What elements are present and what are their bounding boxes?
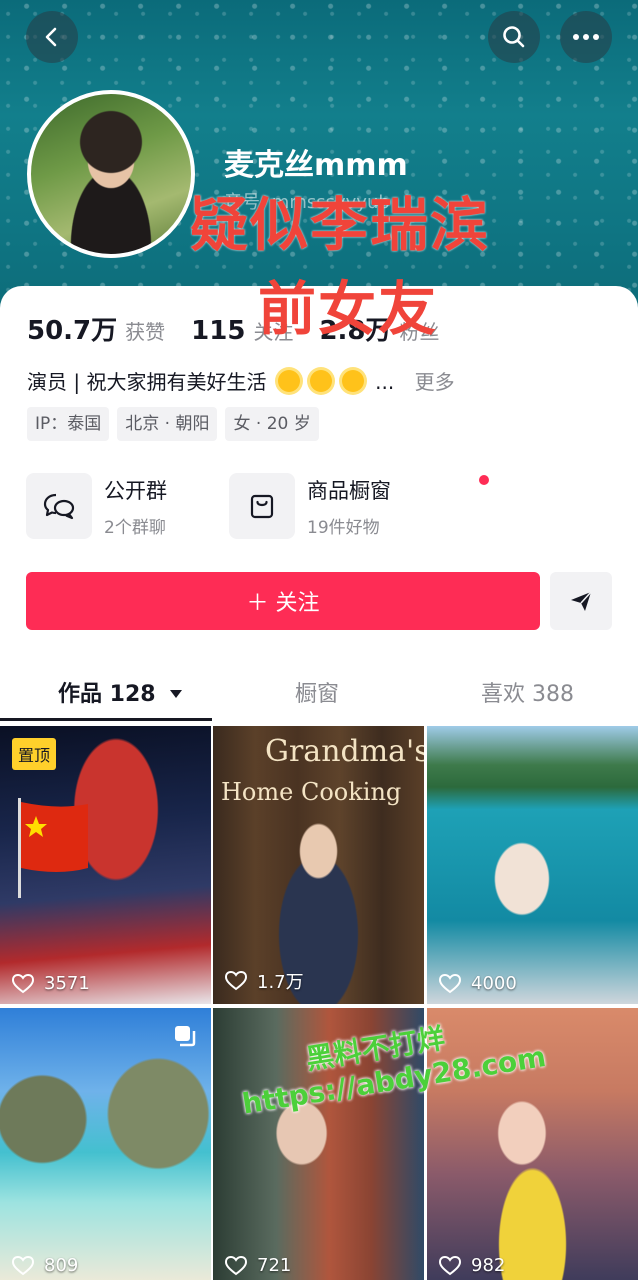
video-thumbnail[interactable]: 809 bbox=[0, 1008, 211, 1280]
sign-text-home-cooking: Home Cooking bbox=[221, 778, 402, 806]
content-tabs: 作品 128 橱窗 喜欢 388 bbox=[0, 662, 638, 722]
profile-tags: IP：泰国 北京 · 朝阳 女 · 20 岁 bbox=[27, 407, 327, 441]
overlay-caption-line2: 前女友 bbox=[258, 275, 439, 343]
caret-down-icon bbox=[170, 690, 183, 698]
tag-gender-age: 女 · 20 岁 bbox=[225, 407, 319, 441]
paper-plane-icon bbox=[571, 591, 592, 611]
tab-works[interactable]: 作品 128 bbox=[58, 676, 183, 708]
follow-button[interactable]: ＋ 关注 bbox=[26, 572, 540, 630]
heart-icon bbox=[12, 973, 34, 993]
video-likes-count: 982 bbox=[471, 1255, 506, 1276]
video-likes-count: 809 bbox=[44, 1255, 79, 1276]
bio-ellipsis: ... bbox=[375, 370, 395, 394]
video-likes-count: 3571 bbox=[44, 973, 90, 994]
heart-icon bbox=[225, 1255, 247, 1275]
likes-label: 获赞 bbox=[125, 320, 166, 344]
following-count[interactable]: 115 bbox=[191, 316, 245, 346]
public-group-entry[interactable]: 公开群 2个群聊 bbox=[26, 473, 167, 539]
likes-count: 50.7万 bbox=[27, 316, 118, 346]
tab-liked[interactable]: 喜欢 388 bbox=[481, 676, 574, 708]
sign-text-grandmas: Grandma's bbox=[265, 734, 424, 769]
notification-dot bbox=[479, 474, 489, 485]
heart-icon bbox=[225, 971, 247, 991]
search-button[interactable] bbox=[488, 11, 540, 63]
overlay-caption-line1: 疑似李瑞滨 bbox=[190, 191, 491, 259]
more-button[interactable] bbox=[560, 11, 612, 63]
heart-icon bbox=[439, 973, 461, 993]
video-likes: 809 bbox=[12, 1255, 78, 1276]
sun-emoji-icon bbox=[309, 370, 332, 392]
avatar[interactable] bbox=[27, 90, 195, 258]
video-likes: 1.7万 bbox=[225, 968, 304, 994]
shop-window-count: 19件好物 bbox=[307, 517, 380, 538]
profile-info-card: 50.7万 获赞 115 关注 2.8万 粉丝 演员 | 祝大家拥有美好生活 .… bbox=[0, 286, 638, 726]
tag-ip-location: IP：泰国 bbox=[27, 407, 110, 441]
heart-icon bbox=[439, 1255, 461, 1275]
sun-emoji-icon bbox=[341, 370, 364, 392]
video-thumbnail[interactable]: 置顶 3571 bbox=[0, 726, 211, 1004]
active-tab-indicator bbox=[0, 718, 212, 721]
tab-works-label: 作品 128 bbox=[58, 682, 156, 707]
chat-bubbles-icon bbox=[26, 473, 92, 539]
video-grid: 置顶 3571 Grandma's Home Cooking 1.7万 4000 bbox=[0, 726, 638, 1280]
back-arrow-icon bbox=[45, 27, 57, 47]
profile-page: 麦克丝mmm 音号: mmsssyvyub 疑似李瑞滨 前女友 50.7万 获赞… bbox=[0, 0, 638, 1280]
video-thumbnail[interactable]: Grandma's Home Cooking 1.7万 bbox=[213, 726, 424, 1004]
bio-text: 演员 | 祝大家拥有美好生活 bbox=[27, 370, 267, 394]
public-group-count: 2个群聊 bbox=[104, 517, 166, 538]
sun-emoji-icon bbox=[277, 370, 300, 392]
video-likes: 982 bbox=[439, 1255, 505, 1276]
video-likes-count: 1.7万 bbox=[257, 972, 304, 993]
shop-window-entry[interactable]: 商品橱窗 19件好物 bbox=[229, 473, 489, 539]
flag-illustration bbox=[18, 798, 88, 898]
video-likes-count: 4000 bbox=[471, 973, 517, 994]
public-group-title: 公开群 bbox=[104, 478, 167, 503]
shop-window-title: 商品橱窗 bbox=[307, 478, 391, 503]
heart-icon bbox=[12, 1255, 34, 1275]
bio: 演员 | 祝大家拥有美好生活 ... 更多 bbox=[27, 366, 455, 395]
multi-image-icon bbox=[175, 1026, 196, 1047]
pinned-badge: 置顶 bbox=[12, 738, 57, 770]
bio-more-link[interactable]: 更多 bbox=[415, 370, 455, 394]
share-button[interactable] bbox=[550, 572, 612, 630]
video-thumbnail[interactable]: 4000 bbox=[427, 726, 638, 1004]
video-likes: 721 bbox=[225, 1255, 291, 1276]
video-likes: 4000 bbox=[439, 973, 517, 994]
search-icon bbox=[503, 26, 525, 48]
video-likes: 3571 bbox=[12, 973, 90, 994]
video-likes-count: 721 bbox=[257, 1255, 292, 1276]
back-button[interactable] bbox=[26, 11, 78, 63]
more-dots-icon bbox=[573, 34, 599, 40]
shopping-bag-icon bbox=[229, 473, 295, 539]
tab-shop-window[interactable]: 橱窗 bbox=[295, 676, 339, 708]
tag-city: 北京 · 朝阳 bbox=[117, 407, 218, 441]
